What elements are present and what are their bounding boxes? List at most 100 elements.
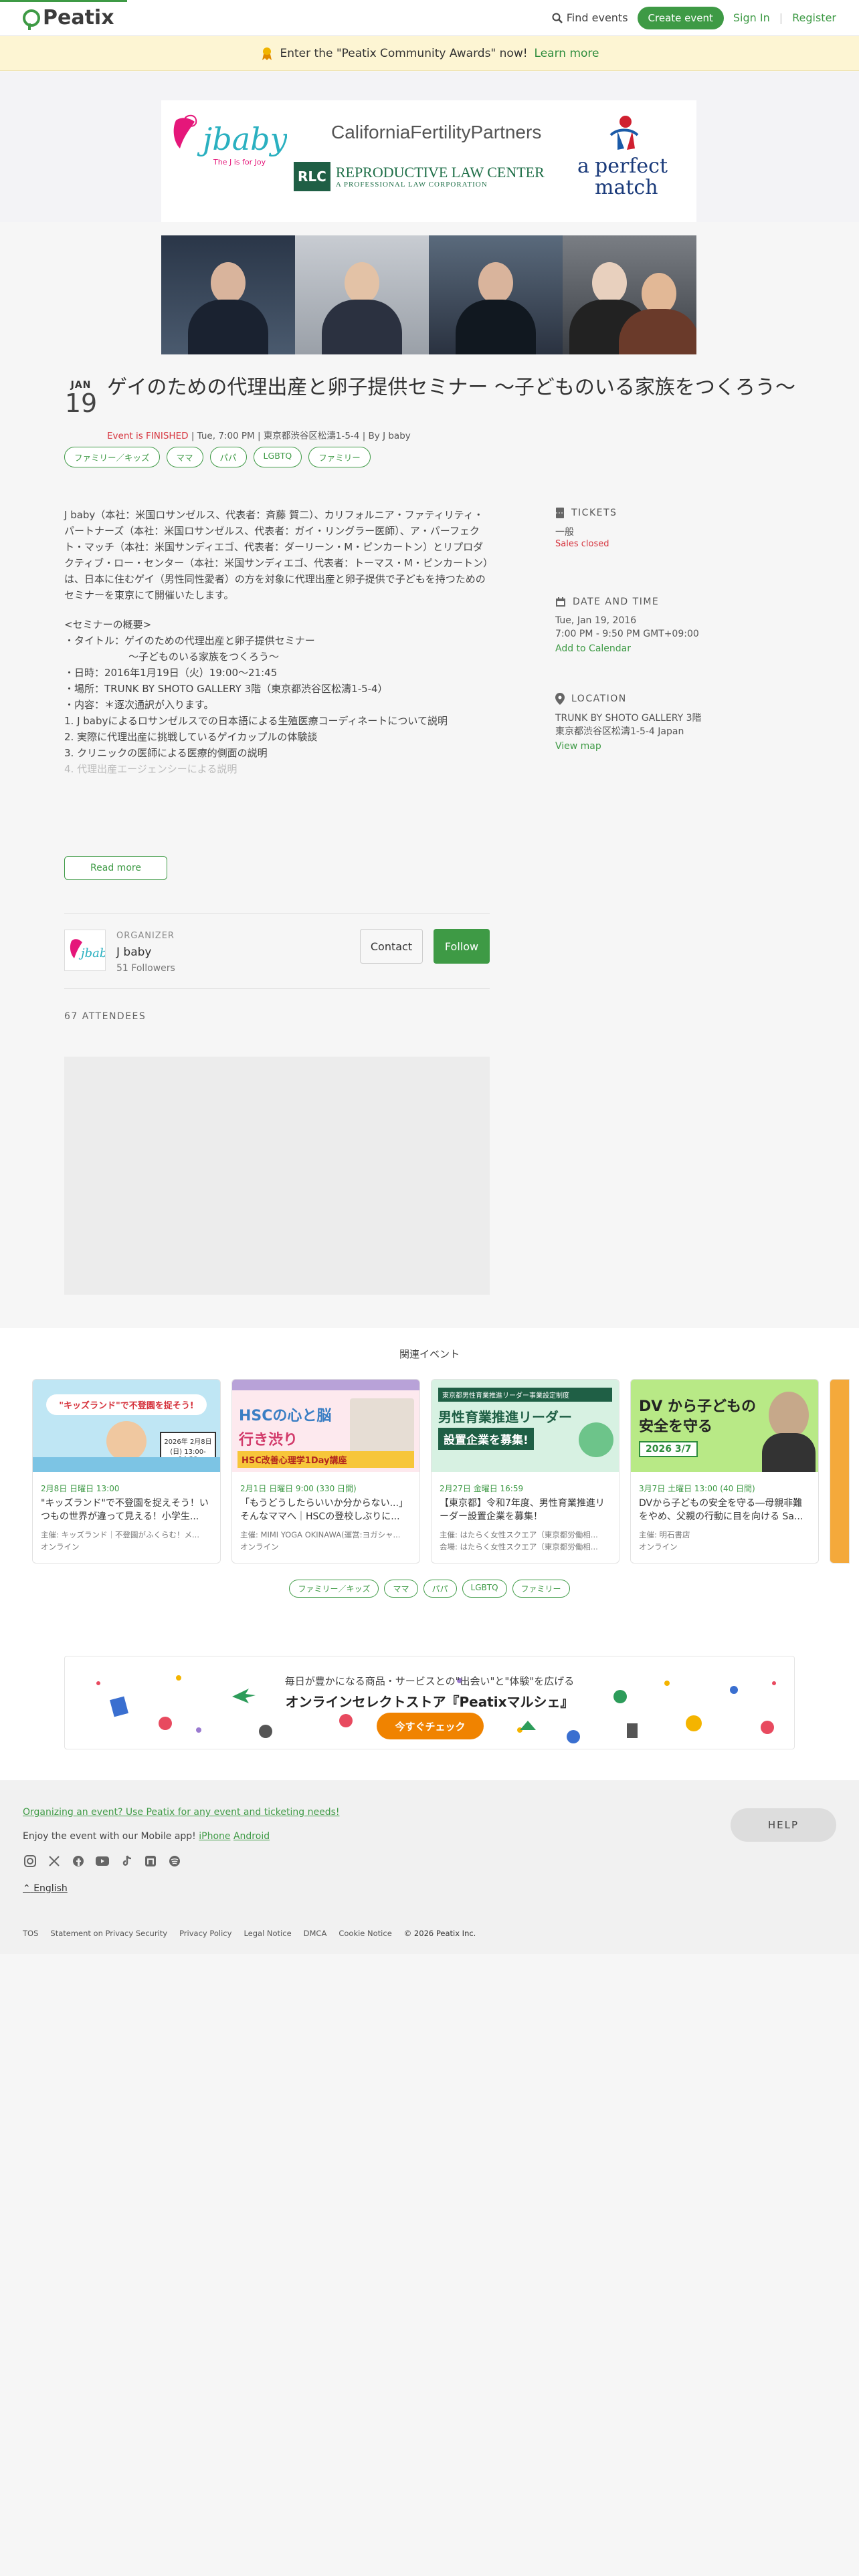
page-blank-area xyxy=(0,1954,859,2576)
thumb-heading: HSCの心と脳 xyxy=(239,1408,332,1424)
marche-ad-banner[interactable]: 毎日が豊かになる商品・サービスとの"出会い"と"体験"を広げる オンラインセレク… xyxy=(64,1656,795,1749)
date-time-label: DATE AND TIME xyxy=(555,597,743,607)
event-host: 主催: キッズランド｜不登園がふくらむ！メ... xyxy=(41,1530,199,1539)
ad-line-1: 毎日が豊かになる商品・サービスとの"出会い"と"体験"を広げる xyxy=(284,1675,575,1687)
language-label: English xyxy=(33,1883,68,1894)
header-nav: Find events Create event Sign In | Regis… xyxy=(552,6,836,29)
follow-button[interactable]: Follow xyxy=(434,929,490,964)
register-link[interactable]: Register xyxy=(792,11,836,24)
iphone-link[interactable]: iPhone xyxy=(199,1831,230,1842)
location-address: TRUNK BY SHOTO GALLERY 3階 東京都渋谷区松濤1-5-4 … xyxy=(555,712,743,739)
view-map-link[interactable]: View map xyxy=(555,741,601,752)
cookie-notice-link[interactable]: Cookie Notice xyxy=(339,1929,391,1938)
divider xyxy=(64,988,490,989)
speaker-photo xyxy=(295,235,429,354)
tag-chip[interactable]: LGBTQ xyxy=(462,1580,507,1598)
ad-line-2: オンラインセレクトストア『Peatixマルシェ』 xyxy=(285,1694,574,1710)
tag-chip[interactable]: LGBTQ xyxy=(253,447,302,467)
sign-in-link[interactable]: Sign In xyxy=(733,11,770,24)
date-time-label-text: DATE AND TIME xyxy=(573,597,660,607)
jbaby-logo: jbaby The J is for Joy xyxy=(173,114,287,167)
spotify-icon[interactable] xyxy=(167,1854,182,1868)
rlc-name: REPRODUCTIVE LAW CENTER xyxy=(335,163,545,181)
sponsor-logos-image: jbaby The J is for Joy CaliforniaFertili… xyxy=(161,100,696,222)
organizer-name[interactable]: J baby xyxy=(116,946,151,959)
related-event-card[interactable]: "キッズランド"で不登園を捉そう! 2026年 2月8日(日) 13:00-14… xyxy=(32,1379,221,1564)
x-twitter-icon[interactable] xyxy=(47,1854,62,1868)
copyright: © 2026 Peatix Inc. xyxy=(403,1929,476,1938)
event-status: Event is FINISHED xyxy=(107,431,189,441)
event-day: 19 xyxy=(64,389,98,418)
related-event-card[interactable]: DV から子どもの 安全を守る 2026 3/7 3月7日 土曜日 13:00 … xyxy=(630,1379,819,1564)
privacy-security-link[interactable]: Statement on Privacy Security xyxy=(50,1929,167,1938)
privacy-policy-link[interactable]: Privacy Policy xyxy=(179,1929,231,1938)
rlc-box: RLC xyxy=(294,162,330,191)
organizer-logo[interactable]: jbaby xyxy=(64,930,114,971)
legal-notice-link[interactable]: Legal Notice xyxy=(244,1929,291,1938)
event-organizer-link[interactable]: By J baby xyxy=(369,431,411,441)
event-date-line: Tue, Jan 19, 2016 xyxy=(555,615,637,626)
jbaby-wordmark: jbaby xyxy=(197,121,287,157)
meta-separator: | xyxy=(258,431,261,441)
thumb-heading: DV から子どもの xyxy=(639,1398,756,1415)
add-to-calendar-link[interactable]: Add to Calendar xyxy=(555,643,631,654)
tag-chip[interactable]: ファミリー／キッズ xyxy=(64,447,160,467)
language-selector[interactable]: ⌃ English xyxy=(23,1883,68,1894)
tag-chip[interactable]: ファミリー xyxy=(512,1580,570,1598)
thumb-heading: 男性育業推進リーダー xyxy=(438,1409,572,1425)
rlc-logo: RLC REPRODUCTIVE LAW CENTER A PROFESSION… xyxy=(294,162,545,191)
tag-chip[interactable]: ママ xyxy=(384,1580,418,1598)
related-event-card-partial[interactable] xyxy=(830,1379,850,1564)
event-host: 主催: MIMI YOGA OKINAWA(運営:ヨガシャ... xyxy=(240,1530,401,1539)
event-date: Tue, Jan 19, 2016 7:00 PM - 9:50 PM GMT+… xyxy=(555,614,743,641)
read-more-button[interactable]: Read more xyxy=(64,856,167,880)
tag-chip[interactable]: ママ xyxy=(166,447,203,467)
tos-link[interactable]: TOS xyxy=(23,1929,38,1938)
event-venue: オンライン xyxy=(240,1542,279,1552)
description-line: ・日時：2016年1月19日（火）19:00〜21:45 xyxy=(64,667,278,679)
location-label-text: LOCATION xyxy=(571,693,627,704)
tag-chip[interactable]: ファミリー xyxy=(308,447,371,467)
ad-cta-button[interactable]: 今すぐチェック xyxy=(377,1713,484,1739)
find-events-link[interactable]: Find events xyxy=(552,11,628,24)
help-button[interactable]: HELP xyxy=(731,1808,836,1842)
instagram-icon[interactable] xyxy=(23,1854,37,1868)
related-tags: ファミリー／キッズ ママ パパ LGBTQ ファミリー xyxy=(0,1580,859,1598)
related-event-card[interactable]: HSCの心と脳 行き渋り HSC改善心理学1Day講座 2月1日 日曜日 9:0… xyxy=(231,1379,420,1564)
event-title: "キッズランド"で不登園を捉えそう！いつもの世界が違って見える！小学生... xyxy=(41,1498,209,1523)
create-event-button[interactable]: Create event xyxy=(637,6,724,29)
organizer-followers: 51 Followers xyxy=(116,963,175,974)
event-meta: Event is FINISHED | Tue, 7:00 PM | 東京都渋谷… xyxy=(107,428,411,441)
organizing-link[interactable]: Organizing an event? Use Peatix for any … xyxy=(23,1807,340,1818)
tag-chip[interactable]: ファミリー／キッズ xyxy=(289,1580,379,1598)
facebook-icon[interactable] xyxy=(71,1854,86,1868)
event-date: 2月1日 日曜日 9:00 (330 日間) xyxy=(240,1484,357,1493)
footer: Organizing an event? Use Peatix for any … xyxy=(0,1780,859,1954)
location-section: LOCATION TRUNK BY SHOTO GALLERY 3階 東京都渋谷… xyxy=(555,693,743,752)
note-icon[interactable] xyxy=(143,1854,158,1868)
speaker-photos-image xyxy=(161,235,696,354)
tiktok-icon[interactable] xyxy=(119,1854,134,1868)
mobile-app-text: Enjoy the event with our Mobile app! xyxy=(23,1831,196,1842)
peatix-logo[interactable]: Peatix xyxy=(23,6,114,30)
perfect-match-logo: a perfect match xyxy=(577,116,668,199)
tag-chip[interactable]: パパ xyxy=(423,1580,457,1598)
event-venue: オンライン xyxy=(639,1542,678,1552)
event-thumbnail: "キッズランド"で不登園を捉そう! 2026年 2月8日(日) 13:00-14… xyxy=(33,1380,220,1472)
dmca-link[interactable]: DMCA xyxy=(304,1929,327,1938)
event-thumbnail: 東京都男性育業推進リーダー事業設定制度 男性育業推進リーダー 設置企業を募集! xyxy=(432,1380,619,1472)
tag-chip[interactable]: パパ xyxy=(209,447,247,467)
contact-button[interactable]: Contact xyxy=(360,929,423,964)
youtube-icon[interactable] xyxy=(95,1854,110,1868)
event-title: 「もうどうしたらいいか分からない...」そんなママへ｜HSCの登校しぶりに... xyxy=(240,1498,408,1523)
related-event-card[interactable]: 東京都男性育業推進リーダー事業設定制度 男性育業推進リーダー 設置企業を募集! … xyxy=(431,1379,619,1564)
attendees-count: 67 ATTENDEES xyxy=(64,1011,147,1022)
event-venue: 会場: はたらく女性スクエア（東京都労働相... xyxy=(440,1542,598,1552)
attendees-panel xyxy=(64,1057,490,1295)
description-line: ・内容：＊逐次通訳が入ります。 xyxy=(64,699,214,711)
learn-more-link[interactable]: Learn more xyxy=(535,47,599,60)
location-label: LOCATION xyxy=(555,693,743,705)
ticket-icon xyxy=(556,508,564,518)
description-line: <セミナーの概要> xyxy=(64,619,152,631)
android-link[interactable]: Android xyxy=(233,1831,270,1842)
